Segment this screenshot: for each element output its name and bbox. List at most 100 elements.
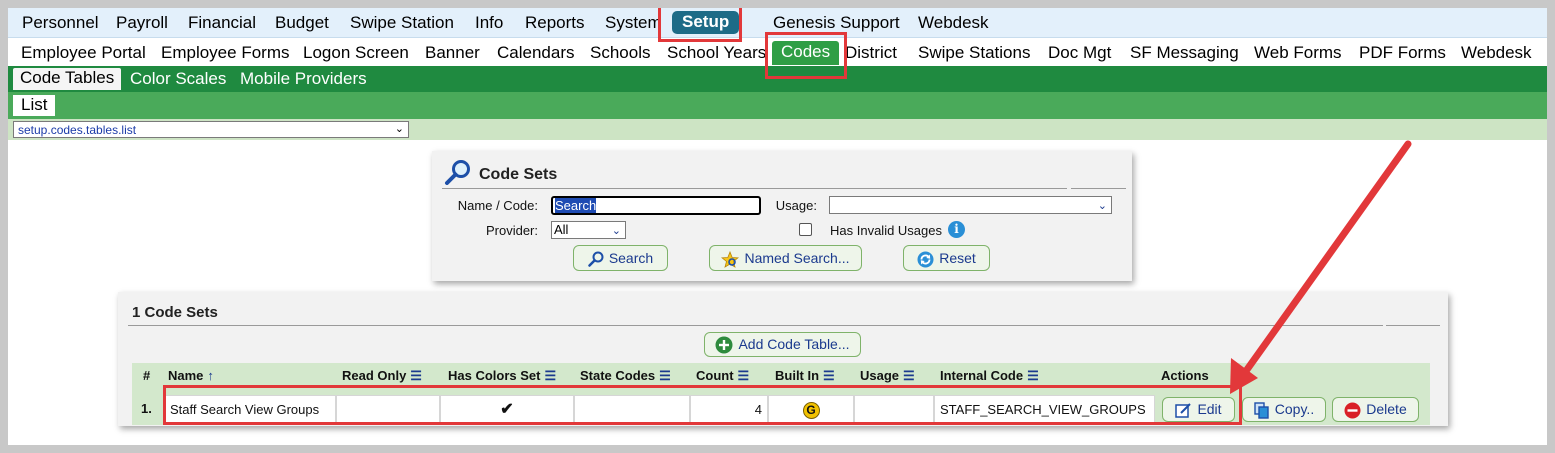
subnav-doc-mgt[interactable]: Doc Mgt <box>1048 43 1111 63</box>
page-select-bar: setup.codes.tables.list ⌄ <box>8 119 1547 140</box>
nav-budget[interactable]: Budget <box>275 13 329 33</box>
nav-swipe-station[interactable]: Swipe Station <box>350 13 454 33</box>
nav-webdesk[interactable]: Webdesk <box>918 13 989 33</box>
col-built-in-label: Built In <box>775 368 820 383</box>
search-panel: Code Sets Name / Code: Search Usage: ⌄ P… <box>432 151 1132 281</box>
col-internal-code[interactable]: Internal Code ☰ <box>940 368 1039 384</box>
cell-name: Staff Search View Groups <box>164 395 336 424</box>
subnav-webdesk[interactable]: Webdesk <box>1461 43 1532 63</box>
named-search-button[interactable]: Named Search... <box>709 245 862 271</box>
column-menu-icon: ☰ <box>410 368 422 383</box>
subnav-school-years[interactable]: School Years <box>667 43 766 63</box>
cell-read-only <box>336 395 440 424</box>
star-search-icon <box>721 250 740 268</box>
divider <box>128 325 1383 326</box>
subnav-web-forms[interactable]: Web Forms <box>1254 43 1342 63</box>
subnav-employee-forms[interactable]: Employee Forms <box>161 43 289 63</box>
edit-button[interactable]: Edit <box>1162 397 1235 422</box>
copy-button-label: Copy.. <box>1274 401 1315 417</box>
col-count[interactable]: Count ☰ <box>696 368 749 384</box>
col-has-colors-set[interactable]: Has Colors Set ☰ <box>448 368 556 384</box>
subnav-codes[interactable]: Codes <box>772 41 840 65</box>
tab-list[interactable]: List <box>13 95 56 116</box>
subnav-employee-portal[interactable]: Employee Portal <box>21 43 146 63</box>
tab-color-scales[interactable]: Color Scales <box>130 69 226 89</box>
subnav-swipe-stations[interactable]: Swipe Stations <box>918 43 1030 63</box>
divider <box>1071 188 1126 189</box>
subnav-banner[interactable]: Banner <box>425 43 480 63</box>
column-menu-icon: ☰ <box>903 368 915 383</box>
col-internal-code-label: Internal Code <box>940 368 1024 383</box>
col-usage-label: Usage <box>860 368 900 383</box>
col-name[interactable]: Name ↑ <box>168 368 214 383</box>
nav-financial[interactable]: Financial <box>188 13 256 33</box>
chevron-down-icon: ⌄ <box>611 225 621 237</box>
delete-button-label: Delete <box>1366 401 1407 417</box>
search-button-label: Search <box>608 250 654 266</box>
tab-mobile-providers[interactable]: Mobile Providers <box>240 69 367 89</box>
subnav-pdf-forms[interactable]: PDF Forms <box>1359 43 1446 63</box>
col-built-in[interactable]: Built In ☰ <box>775 368 835 384</box>
edit-icon <box>1175 403 1192 418</box>
invalid-usages-checkbox[interactable] <box>799 223 812 236</box>
cell-built-in: G <box>768 395 854 424</box>
reset-button[interactable]: Reset <box>903 245 990 271</box>
subnav-calendars[interactable]: Calendars <box>497 43 575 63</box>
nav-personnel[interactable]: Personnel <box>22 13 99 33</box>
results-panel: 1 Code Sets Add Code Table... # Name ↑ Re… <box>118 292 1448 426</box>
nav-payroll[interactable]: Payroll <box>116 13 168 33</box>
reset-button-label: Reset <box>939 250 976 266</box>
column-menu-icon: ☰ <box>737 368 750 383</box>
row-number: 1. <box>141 401 152 416</box>
name-code-input[interactable]: Search <box>551 196 761 215</box>
column-menu-icon: ☰ <box>544 368 557 383</box>
subnav-logon-screen[interactable]: Logon Screen <box>303 43 409 63</box>
nav-setup[interactable]: Setup <box>672 11 740 34</box>
nav-info[interactable]: Info <box>475 13 503 33</box>
col-read-only[interactable]: Read Only ☰ <box>342 368 422 384</box>
table-row: 1. Staff Search View Groups ✔ 4 G STAFF_… <box>132 391 1430 425</box>
col-state-codes-label: State Codes <box>580 368 656 383</box>
add-code-table-button[interactable]: Add Code Table... <box>704 332 861 357</box>
col-number: # <box>143 368 151 383</box>
search-icon <box>588 251 604 268</box>
cell-internal-code: STAFF_SEARCH_VIEW_GROUPS <box>934 395 1155 424</box>
chevron-down-icon: ⌄ <box>1097 200 1107 212</box>
column-menu-icon: ☰ <box>659 368 671 383</box>
list-bar: List <box>8 92 1547 119</box>
code-tabs-bar: Code Tables Color Scales Mobile Provider… <box>8 66 1547 92</box>
search-button[interactable]: Search <box>573 245 668 271</box>
info-icon[interactable]: i <box>948 221 965 238</box>
genesis-logo-icon: G <box>802 402 820 420</box>
col-actions: Actions <box>1161 368 1209 383</box>
top-nav: Personnel Payroll Financial Budget Swipe… <box>8 8 1547 38</box>
provider-select[interactable]: All ⌄ <box>551 221 626 239</box>
col-has-colors-label: Has Colors Set <box>448 368 541 383</box>
cell-state-codes <box>574 395 690 424</box>
subnav-sf-messaging[interactable]: SF Messaging <box>1130 43 1239 63</box>
page-select[interactable]: setup.codes.tables.list ⌄ <box>13 121 409 138</box>
subnav-district[interactable]: District <box>845 43 897 63</box>
col-count-label: Count <box>696 368 734 383</box>
nav-genesis-support[interactable]: Genesis Support <box>773 13 900 33</box>
nav-reports[interactable]: Reports <box>525 13 585 33</box>
copy-button[interactable]: Copy.. <box>1242 397 1326 422</box>
edit-button-label: Edit <box>1197 401 1222 417</box>
col-read-only-label: Read Only <box>342 368 407 383</box>
invalid-usages-label: Has Invalid Usages <box>830 223 942 238</box>
search-panel-title: Code Sets <box>479 166 558 183</box>
results-title: 1 Code Sets <box>132 304 218 321</box>
copy-icon <box>1254 402 1269 419</box>
column-menu-icon: ☰ <box>823 368 835 383</box>
col-name-label: Name <box>168 368 204 383</box>
usage-select[interactable]: ⌄ <box>829 196 1112 214</box>
app-frame: Personnel Payroll Financial Budget Swipe… <box>8 8 1547 445</box>
col-state-codes[interactable]: State Codes ☰ <box>580 368 671 384</box>
nav-system[interactable]: System <box>605 13 662 33</box>
col-usage[interactable]: Usage ☰ <box>860 368 915 384</box>
tab-code-tables[interactable]: Code Tables <box>13 68 122 90</box>
subnav-schools[interactable]: Schools <box>590 43 650 63</box>
divider <box>1386 325 1440 326</box>
delete-button[interactable]: Delete <box>1332 397 1419 422</box>
name-code-label: Name / Code: <box>457 198 538 213</box>
